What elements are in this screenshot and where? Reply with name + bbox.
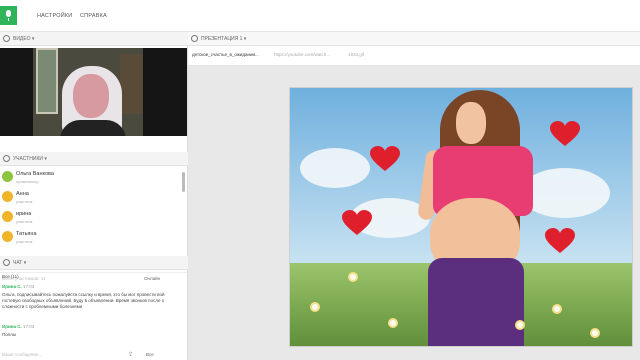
daisy-flower [388, 318, 398, 328]
participant-name: Анна [16, 191, 29, 197]
presentation-slide[interactable] [289, 87, 633, 347]
slide-cloud [300, 148, 370, 188]
message-time: 17:03 [23, 324, 35, 329]
daisy-flower [348, 272, 358, 282]
chat-label: ЧАТ ▾ [13, 260, 27, 266]
participant-item[interactable]: Татьяна участник [0, 228, 180, 248]
participant-item[interactable]: Анна участник [0, 188, 180, 208]
message-time: 17:03 [23, 284, 35, 289]
message-author: Ирина С. [2, 324, 22, 329]
participants-label: УЧАСТНИКИ ▾ [13, 156, 47, 162]
message-text: Поллы [2, 332, 17, 337]
heart-icon [342, 210, 372, 235]
woman-face [456, 102, 486, 144]
participant-status: участник [16, 199, 33, 204]
participants-scrollbar[interactable] [182, 172, 185, 192]
people-icon [3, 155, 10, 162]
daisy-flower [552, 304, 562, 314]
video-door [36, 48, 58, 114]
top-bar: НАСТРОЙКИ СПРАВКА [0, 0, 640, 32]
avatar [2, 211, 13, 222]
participant-item[interactable]: Ольга Ванкова организатор [0, 168, 180, 188]
chat-header[interactable]: ЧАТ ▾ [0, 256, 188, 270]
message-text: Ольга, подписывайтесь пожалуйста ссылку … [2, 292, 165, 309]
slide-cloud [520, 168, 610, 218]
upload-icon[interactable]: ⇪ [128, 351, 133, 358]
chat-recipient-select[interactable]: Все [146, 352, 154, 357]
menu-settings[interactable]: НАСТРОЙКИ [37, 13, 72, 19]
avatar [2, 191, 13, 202]
video-shelf [120, 54, 142, 114]
presenter-body [60, 120, 126, 136]
participant-status: организатор [16, 179, 39, 184]
presenter-face [73, 74, 109, 118]
heart-icon [370, 146, 400, 171]
chat-message-author: Ирина С. 17:03 [2, 324, 182, 330]
tab-slide-file[interactable]: детское_счастье_в_ожидании... [192, 52, 264, 57]
daisy-flower [310, 302, 320, 312]
presentation-panel: ПРЕЗЕНТАЦИЯ 1 ▾ детское_счастье_в_ожидан… [188, 32, 640, 360]
chat-message-author: Ирина С. 17:03 [2, 284, 182, 290]
participant-name: Ольга Ванкова [16, 171, 54, 177]
presentation-label: ПРЕЗЕНТАЦИЯ 1 ▾ [201, 36, 247, 42]
participants-header[interactable]: УЧАСТНИКИ ▾ [0, 152, 188, 166]
chat-input-bar: Ваше сообщение... ⇪ Все [0, 350, 187, 360]
message-author: Ирина С. [2, 284, 22, 289]
gear-icon[interactable] [191, 35, 198, 42]
daisy-flower [515, 320, 525, 330]
woman-skirt [428, 258, 524, 346]
heart-icon [545, 228, 575, 253]
avatar [2, 171, 13, 182]
participants-list: Ольга Ванкова организатор Анна участник … [0, 166, 187, 266]
video-header[interactable]: ВИДЕО ▾ [0, 32, 188, 46]
participant-status: участник [16, 239, 33, 244]
mic-shape [6, 10, 11, 17]
presentation-tabs: детское_счастье_в_ожидании... https://yo… [188, 46, 640, 66]
menu-help[interactable]: СПРАВКА [80, 13, 107, 19]
heart-icon [550, 121, 580, 146]
participant-name: Татьяна [16, 231, 37, 237]
avatar [2, 231, 13, 242]
chat-messages: Все (11) Ирина С. 17:03 Ольга, подписыва… [0, 272, 187, 358]
tab-youtube[interactable]: https://youtube.com/watch... [274, 52, 340, 57]
chat-tab-all[interactable]: Все (11) [2, 274, 182, 280]
participant-item[interactable]: ирина участник [0, 208, 180, 228]
webcam-video[interactable] [0, 48, 187, 136]
chat-input[interactable]: Ваше сообщение... [2, 352, 42, 357]
tab-gif[interactable]: 1933.gif [348, 52, 378, 57]
video-label: ВИДЕО ▾ [13, 36, 35, 42]
daisy-flower [590, 328, 600, 338]
microphone-logo-icon[interactable] [0, 6, 17, 25]
participant-status: участник [16, 219, 33, 224]
gear-icon[interactable] [3, 35, 10, 42]
presentation-header[interactable]: ПРЕЗЕНТАЦИЯ 1 ▾ [188, 32, 640, 46]
chat-icon [3, 259, 10, 266]
participant-name: ирина [16, 211, 32, 217]
left-panel: ВИДЕО ▾ УЧАСТНИКИ ▾ Ольга Ванкова органи… [0, 32, 188, 360]
mic-stand [8, 18, 9, 21]
